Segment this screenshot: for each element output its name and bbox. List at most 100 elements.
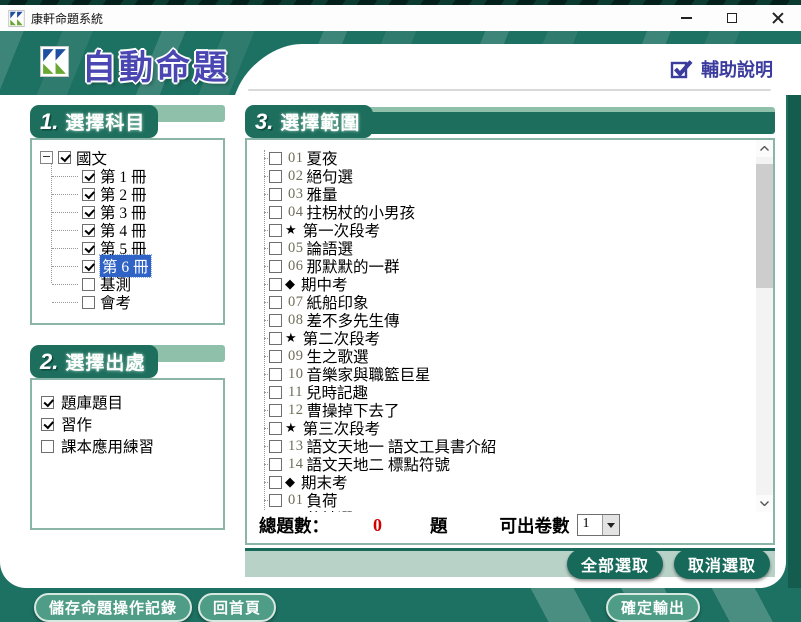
scope-checkbox[interactable] [269,242,282,255]
deselect-all-button[interactable]: 取消選取 [674,549,770,579]
tree-item-checkbox[interactable] [82,278,95,291]
minimize-button[interactable] [663,5,709,31]
scope-checkbox[interactable] [269,440,282,453]
source-checkbox[interactable] [41,396,54,409]
scope-checkbox[interactable] [269,206,282,219]
papers-count-dropdown[interactable]: 1 [577,514,620,536]
lesson-number: 10 [288,366,304,383]
lesson-number: 14 [288,456,304,473]
source-label[interactable]: 課本應用練習 [61,435,154,457]
lesson-number: 11 [288,384,303,401]
scope-checkbox[interactable] [269,170,282,183]
save-log-button[interactable]: 儲存命題操作記錄 [34,593,192,622]
panel-scope-title-box: 3. 選擇範圍 [245,105,373,138]
page-title: 自動命題 [82,40,230,89]
lesson-number: 09 [288,348,304,365]
exam-marker-icon: ◆ [285,474,295,490]
right-edge-decor [788,95,801,588]
tree-item-checkbox[interactable] [82,260,95,273]
tree-item-checkbox[interactable] [82,206,95,219]
subject-tree: 國文 第 1 冊 第 2 冊 第 3 冊 第 4 冊 第 5 冊 第 6 冊 基… [32,140,223,311]
checked-box-icon [670,58,694,80]
panel-subject-title: 選擇科目 [65,108,145,135]
panel-subject-number: 1. [40,109,58,135]
panel-scope-header: 3. 選擇範圍 [245,105,775,138]
lesson-number: 02 [288,168,304,185]
papers-count-value: 1 [578,515,602,535]
source-checkbox[interactable] [41,440,54,453]
source-checkbox[interactable] [41,418,54,431]
scroll-thumb[interactable] [756,164,773,288]
papers-count-label: 可出卷數 [500,513,570,538]
maximize-button[interactable] [709,5,755,31]
scope-checkbox[interactable] [269,386,282,399]
dropdown-button[interactable] [602,515,619,535]
tree-item-checkbox[interactable] [82,170,95,183]
panel-subject-title-box: 1. 選擇科目 [30,105,158,138]
scrollbar[interactable] [756,140,773,512]
scope-checkbox[interactable] [269,476,282,489]
lesson-number: 12 [288,402,304,419]
help-link[interactable]: 輔助說明 [670,56,773,82]
scope-checkbox[interactable] [269,494,282,507]
scope-checkbox[interactable] [269,224,282,237]
lesson-number: 13 [288,438,304,455]
scope-checkbox[interactable] [269,422,282,435]
scope-list: 01 夏夜 02 絕句選 03 雅量 04 拄柺杖的小男孩 ★ 第一次段考 05… [247,140,773,512]
total-questions-label: 總題數： [259,513,329,538]
subject-tree-children: 第 1 冊 第 2 冊 第 3 冊 第 4 冊 第 5 冊 第 6 冊 基測 會… [40,167,219,311]
source-label[interactable]: 習作 [61,413,92,435]
scope-checkbox[interactable] [269,404,282,417]
maximize-icon [727,13,737,23]
panel-subject: 國文 第 1 冊 第 2 冊 第 3 冊 第 4 冊 第 5 冊 第 6 冊 基… [30,138,225,325]
confirm-output-button[interactable]: 確定輸出 [606,593,700,622]
scope-checkbox[interactable] [269,260,282,273]
source-row[interactable]: 習作 [41,413,217,435]
source-row[interactable]: 課本應用練習 [41,435,217,457]
tree-item-checkbox[interactable] [82,296,95,309]
lesson-number: 08 [288,312,304,329]
scope-checkbox[interactable] [269,152,282,165]
scope-checkbox[interactable] [269,278,282,291]
panel-source-title-box: 2. 選擇出處 [30,345,158,378]
close-button[interactable] [755,5,801,31]
minimize-icon [681,17,692,19]
tree-item-checkbox[interactable] [82,242,95,255]
scope-checkbox[interactable] [269,350,282,363]
scope-checkbox[interactable] [269,332,282,345]
lesson-number: 03 [288,186,304,203]
tree-row[interactable]: 會考 [82,293,219,311]
lesson-number: 04 [288,204,304,221]
source-label[interactable]: 題庫題目 [61,391,123,413]
scroll-up-button[interactable] [756,140,773,157]
questions-unit-label: 題 [430,513,448,538]
header-band: 自動命題 輔助說明 [0,31,801,95]
lesson-number: 01 [288,492,304,509]
select-all-button[interactable]: 全部選取 [567,549,663,579]
panel-scope-title: 選擇範圍 [280,108,360,135]
scope-checkbox[interactable] [269,188,282,201]
collapse-toggle-icon[interactable] [40,151,53,164]
tree-item-label[interactable]: 會考 [100,291,131,313]
tree-item-checkbox[interactable] [82,224,95,237]
panel-source-header-stripe [150,345,225,362]
panel-subject-header-stripe [150,105,225,122]
help-label: 輔助說明 [701,56,773,82]
lesson-number: 01 [288,150,304,167]
panel-scope-header-banner [365,107,775,134]
source-row[interactable]: 題庫題目 [41,391,217,413]
scope-checkbox[interactable] [269,458,282,471]
total-questions-value: 0 [373,515,382,536]
lesson-number: 06 [288,258,304,275]
lesson-number: 07 [288,294,304,311]
scope-checkbox[interactable] [269,296,282,309]
home-button[interactable]: 回首頁 [198,593,276,622]
panel-source: 題庫題目 習作 課本應用練習 [30,378,225,530]
exam-marker-icon: ★ [285,222,297,238]
subject-root-checkbox[interactable] [58,151,71,164]
tree-item-checkbox[interactable] [82,188,95,201]
scope-checkbox[interactable] [269,314,282,327]
source-list: 題庫題目 習作 課本應用練習 [32,380,223,457]
scope-action-strip: 全部選取 取消選取 [245,548,775,577]
scope-checkbox[interactable] [269,368,282,381]
